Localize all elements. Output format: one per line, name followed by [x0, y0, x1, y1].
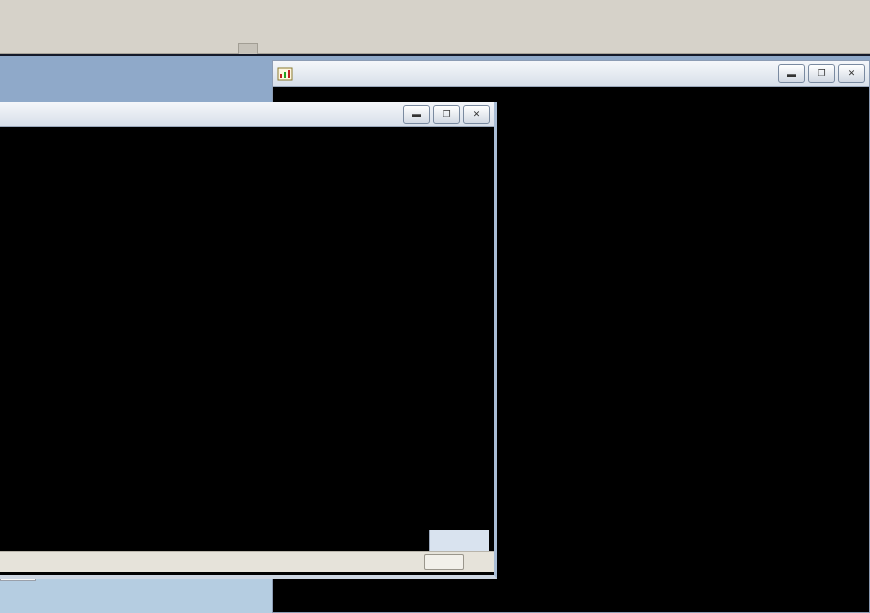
scrollbar-right-arrow[interactable]	[468, 554, 488, 568]
foreground-chart-window[interactable]: ▬ ❐ ✕	[0, 102, 497, 579]
toolbar-drawing-row	[0, 12, 870, 39]
restore-button[interactable]: ❐	[808, 64, 835, 83]
horizontal-scrollbar[interactable]	[0, 551, 494, 572]
toolbar-top-row	[0, 0, 870, 12]
chart-window-icon	[277, 67, 293, 81]
toolbar	[0, 0, 870, 54]
close-button[interactable]: ✕	[463, 105, 490, 124]
chart-corner-flag-cell[interactable]	[429, 530, 489, 551]
minimize-button[interactable]: ▬	[778, 64, 805, 83]
close-button[interactable]: ✕	[838, 64, 865, 83]
scrollbar-thumb[interactable]	[424, 554, 464, 570]
minimize-button[interactable]: ▬	[403, 105, 430, 124]
toolbar-tab-notch	[238, 43, 258, 54]
restore-button[interactable]: ❐	[433, 105, 460, 124]
